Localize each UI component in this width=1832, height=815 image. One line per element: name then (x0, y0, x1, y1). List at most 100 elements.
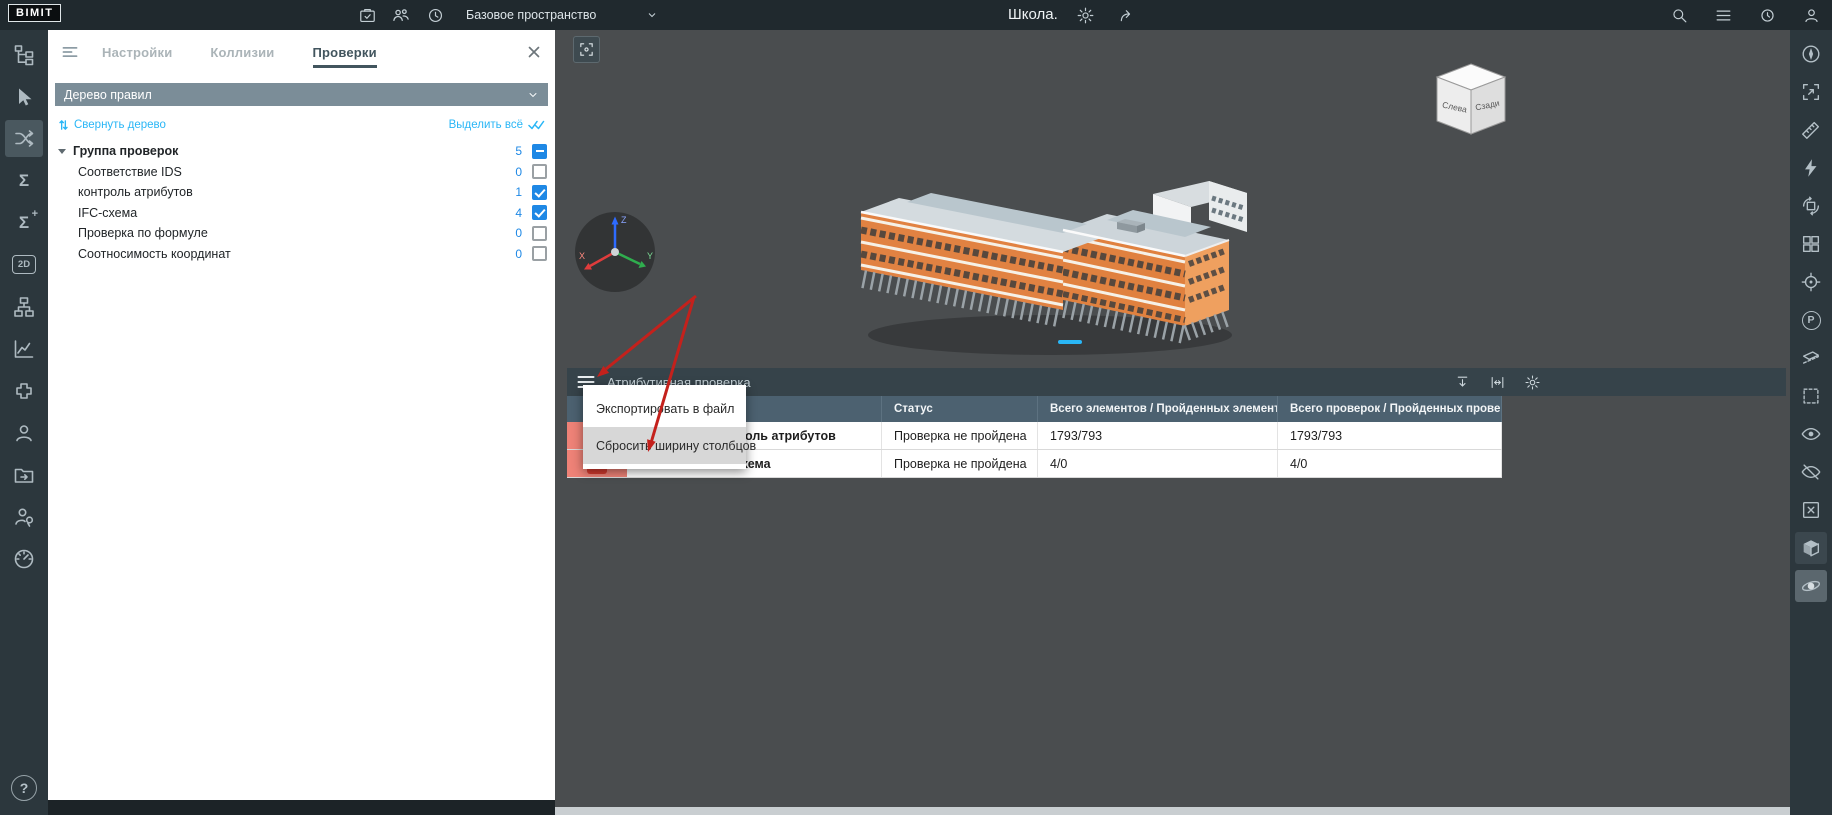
tree-item-checkbox[interactable] (532, 185, 547, 200)
sum-button[interactable]: Σ (5, 162, 43, 199)
select-all-link[interactable]: Выделить всё (449, 119, 545, 131)
sum-plus-icon: Σ (19, 214, 29, 231)
tree-item-checkbox[interactable] (532, 205, 547, 220)
dashboard-button[interactable] (5, 540, 43, 577)
recent-icon (1758, 6, 1777, 25)
help-button[interactable]: ? (11, 775, 37, 801)
tab-collisions[interactable]: Коллизии (210, 45, 274, 60)
collaboration-button[interactable] (388, 2, 414, 28)
user-location-button[interactable] (5, 498, 43, 535)
settings-button[interactable] (1073, 2, 1099, 28)
tree-item-checkbox[interactable] (532, 226, 547, 241)
check-status: Проверка не пройдена (882, 422, 1038, 449)
tree-item-group[interactable]: Группа проверок 5 (48, 141, 555, 162)
viewport-3d[interactable]: Слева Сзади Z X Y (555, 30, 1790, 815)
list-view-icon (1714, 6, 1733, 25)
select-cursor-icon (12, 85, 36, 109)
chart-button[interactable] (5, 330, 43, 367)
section-cut-button[interactable] (1795, 342, 1827, 374)
column-header-elements[interactable]: Всего элементов / Пройденных элементов (1038, 396, 1278, 422)
compass-button[interactable] (1795, 38, 1827, 70)
plugins-button[interactable] (5, 372, 43, 409)
tree-item-checkbox[interactable] (532, 164, 547, 179)
history-button[interactable] (422, 2, 448, 28)
shared-folder-icon (12, 463, 36, 487)
plan-button[interactable]: P (1795, 304, 1827, 336)
gear-icon (1524, 374, 1541, 391)
panel-menu-button[interactable] (60, 42, 80, 62)
show-button[interactable] (1795, 418, 1827, 450)
selection-box-button[interactable] (1795, 380, 1827, 412)
results-tools (1449, 368, 1545, 396)
table-settings-button[interactable] (1519, 369, 1545, 395)
locate-button[interactable] (1795, 266, 1827, 298)
isolate-button[interactable] (1795, 494, 1827, 526)
check-status: Проверка не пройдена (882, 450, 1038, 477)
projects-button[interactable] (354, 2, 380, 28)
chevron-down-icon[interactable] (58, 149, 66, 154)
axis-gizmo[interactable]: Z X Y (569, 206, 661, 298)
frame-model-button[interactable] (573, 36, 600, 63)
clash-detection-button[interactable] (5, 120, 43, 157)
history-icon (426, 6, 445, 25)
hide-button[interactable] (1795, 456, 1827, 488)
tree-item[interactable]: Соответствие IDS 0 (48, 162, 555, 183)
column-header-checks[interactable]: Всего проверок / Пройденных проверок (1278, 396, 1502, 422)
sum-plus-button[interactable]: Σ+ (5, 204, 43, 241)
rules-tree-title: Дерево правил (64, 88, 152, 102)
search-button[interactable] (1666, 2, 1692, 28)
table-context-menu: Экспортировать в файл Сбросить ширину ст… (583, 385, 746, 469)
tree-item[interactable]: Проверка по формуле 0 (48, 223, 555, 244)
list-view-button[interactable] (1710, 2, 1736, 28)
check-checks: 4/0 (1278, 450, 1502, 477)
viewports-button[interactable] (1795, 228, 1827, 260)
tree-item-label: IFC-схема (78, 206, 137, 220)
tree-item-label: Группа проверок (73, 144, 178, 158)
rotate-model-button[interactable] (1795, 190, 1827, 222)
tab-checks[interactable]: Проверки (313, 45, 377, 60)
navigation-cube[interactable]: Слева Сзади (1431, 60, 1511, 144)
measure-button[interactable] (1795, 114, 1827, 146)
rules-tree-section-header[interactable]: Дерево правил (55, 83, 548, 106)
collapse-tree-link[interactable]: Свернуть дерево (58, 119, 166, 131)
tree-item[interactable]: IFC-схема 4 (48, 203, 555, 224)
account-button[interactable] (1798, 2, 1824, 28)
bimit-logo[interactable]: BIMIT (8, 4, 61, 22)
project-title: Школа. (1008, 2, 1058, 28)
tree-item[interactable]: контроль атрибутов 1 (48, 182, 555, 203)
section-cut-icon (1800, 347, 1822, 369)
right-toolbar: P (1790, 30, 1832, 815)
share-button[interactable] (1114, 2, 1140, 28)
topbar-right-group (1666, 2, 1824, 28)
menu-item-reset-column-width[interactable]: Сбросить ширину столбцов (583, 427, 746, 464)
2d-view-button[interactable]: 2D (5, 246, 43, 283)
section-chevron-down-icon (527, 89, 539, 101)
recent-button[interactable] (1754, 2, 1780, 28)
tree-item-count: 4 (515, 206, 522, 220)
import-file-button[interactable] (1449, 369, 1475, 395)
model-cube-button[interactable] (1795, 532, 1827, 564)
building-model[interactable] (855, 102, 1255, 364)
horizontal-scrollbar[interactable] (555, 807, 1790, 815)
fit-columns-button[interactable] (1484, 369, 1510, 395)
close-panel-button[interactable] (525, 43, 543, 61)
user-button[interactable] (5, 414, 43, 451)
tree-item[interactable]: Соотносимость координат 0 (48, 244, 555, 265)
fit-columns-icon (1489, 374, 1506, 391)
select-cursor-button[interactable] (5, 78, 43, 115)
structure-tree-button[interactable] (5, 36, 43, 73)
quick-actions-button[interactable] (1795, 152, 1827, 184)
focus-selection-button[interactable] (1795, 76, 1827, 108)
tree-item-checkbox[interactable] (532, 144, 547, 159)
tree-item-checkbox[interactable] (532, 246, 547, 261)
menu-item-export-to-file[interactable]: Экспортировать в файл (583, 390, 746, 427)
shared-folder-button[interactable] (5, 456, 43, 493)
panel-resize-indicator[interactable] (1058, 340, 1082, 344)
tab-settings[interactable]: Настройки (102, 45, 172, 60)
scheme-button[interactable] (5, 288, 43, 325)
hide-icon (1800, 461, 1822, 483)
orbit-button[interactable] (1795, 570, 1827, 602)
workspace-dropdown[interactable]: Базовое пространство (466, 8, 658, 22)
focus-selection-icon (1800, 81, 1822, 103)
column-header-status[interactable]: Статус (882, 396, 1038, 422)
